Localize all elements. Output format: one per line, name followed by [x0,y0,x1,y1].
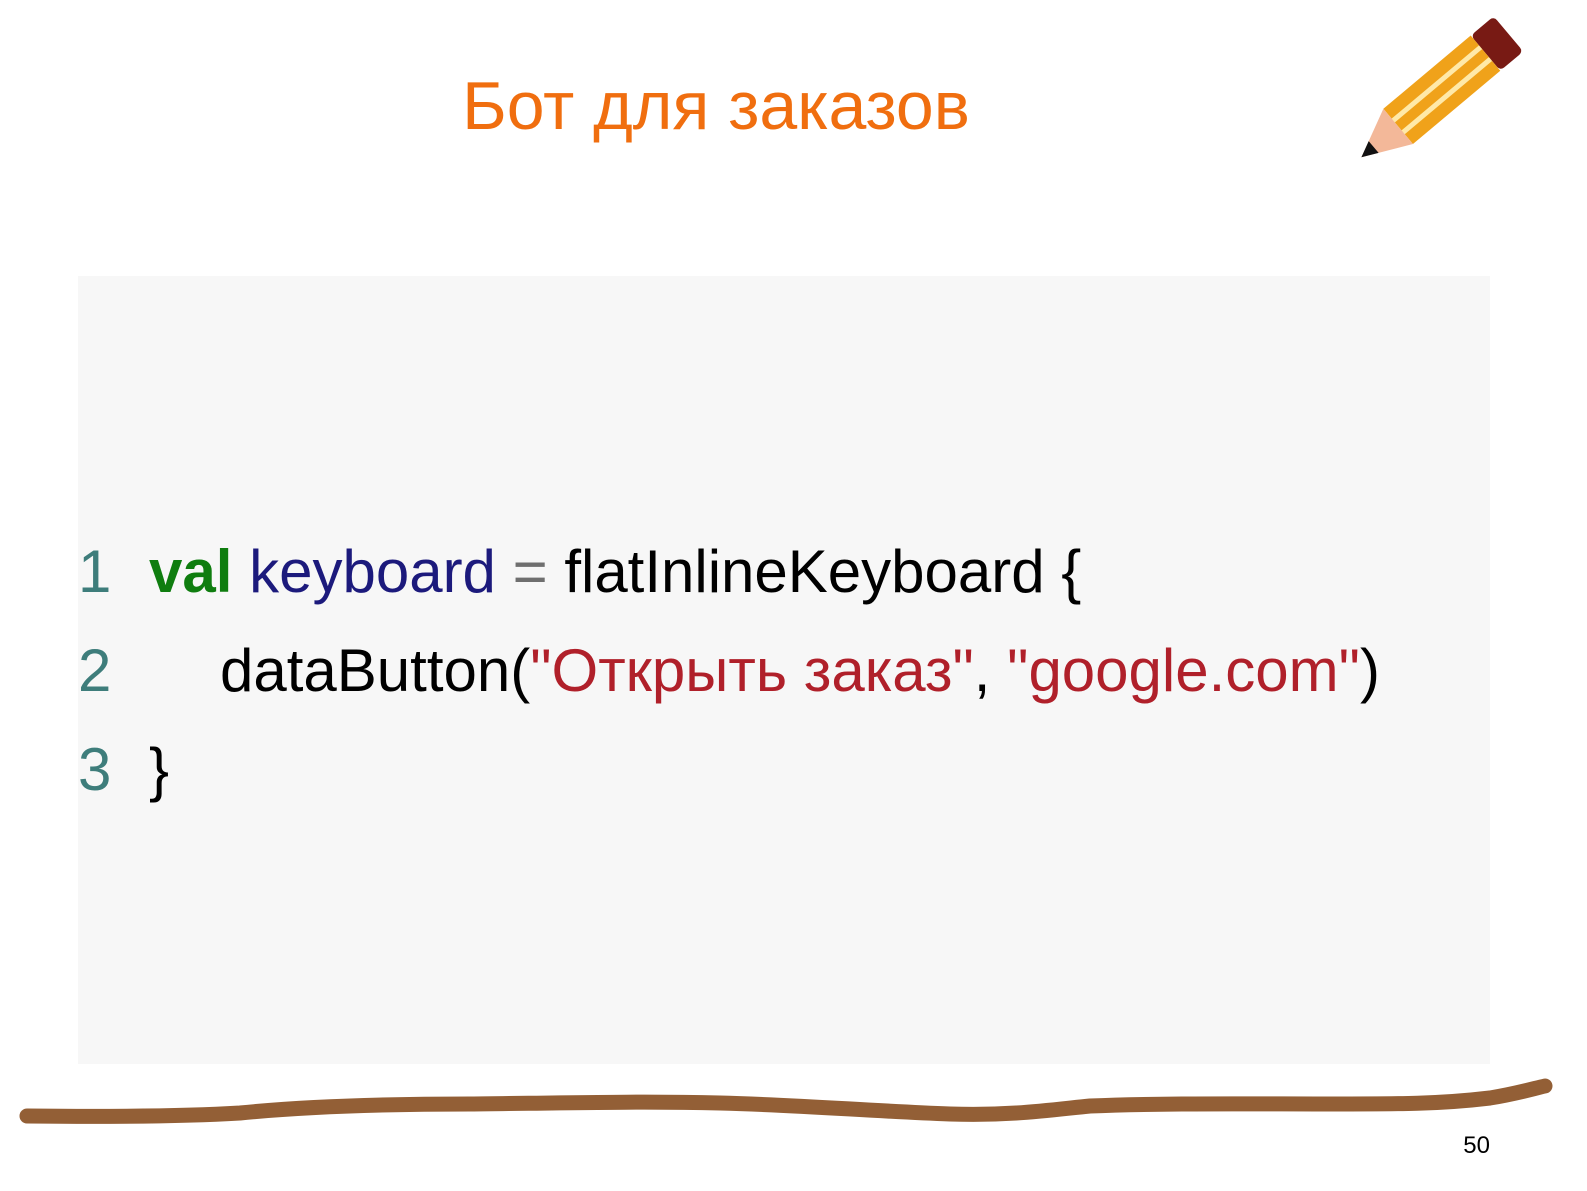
line-number: 3 [78,736,112,803]
identifier-token: keyboard [249,538,496,605]
string-token: "google.com" [1007,637,1360,704]
line-number: 1 [78,538,112,605]
slide-title: Бот для заказов [462,68,970,144]
call-token: flatInlineKeyboard { [564,538,1082,605]
code-line-3: 3} [78,728,169,812]
code-line-1: 1 val keyboard = flatInlineKeyboard { [78,530,1081,614]
page-number: 50 [1463,1132,1490,1159]
keyword-token: val [149,538,233,605]
call-token: dataButton( [220,637,531,704]
brace-token: } [149,736,170,803]
decorative-divider [19,1078,1553,1124]
string-token: "Открыть заказ" [530,637,974,704]
code-line-2: 2 dataButton("Открыть заказ", "google.com… [78,629,1380,713]
operator-token: = [512,538,548,605]
line-number: 2 [78,637,112,704]
paren-token: ) [1359,637,1380,704]
separator-token: , [973,637,1008,704]
code-block: 1 val keyboard = flatInlineKeyboard { 2 da… [78,276,1490,1064]
pencil-icon [1361,18,1522,158]
